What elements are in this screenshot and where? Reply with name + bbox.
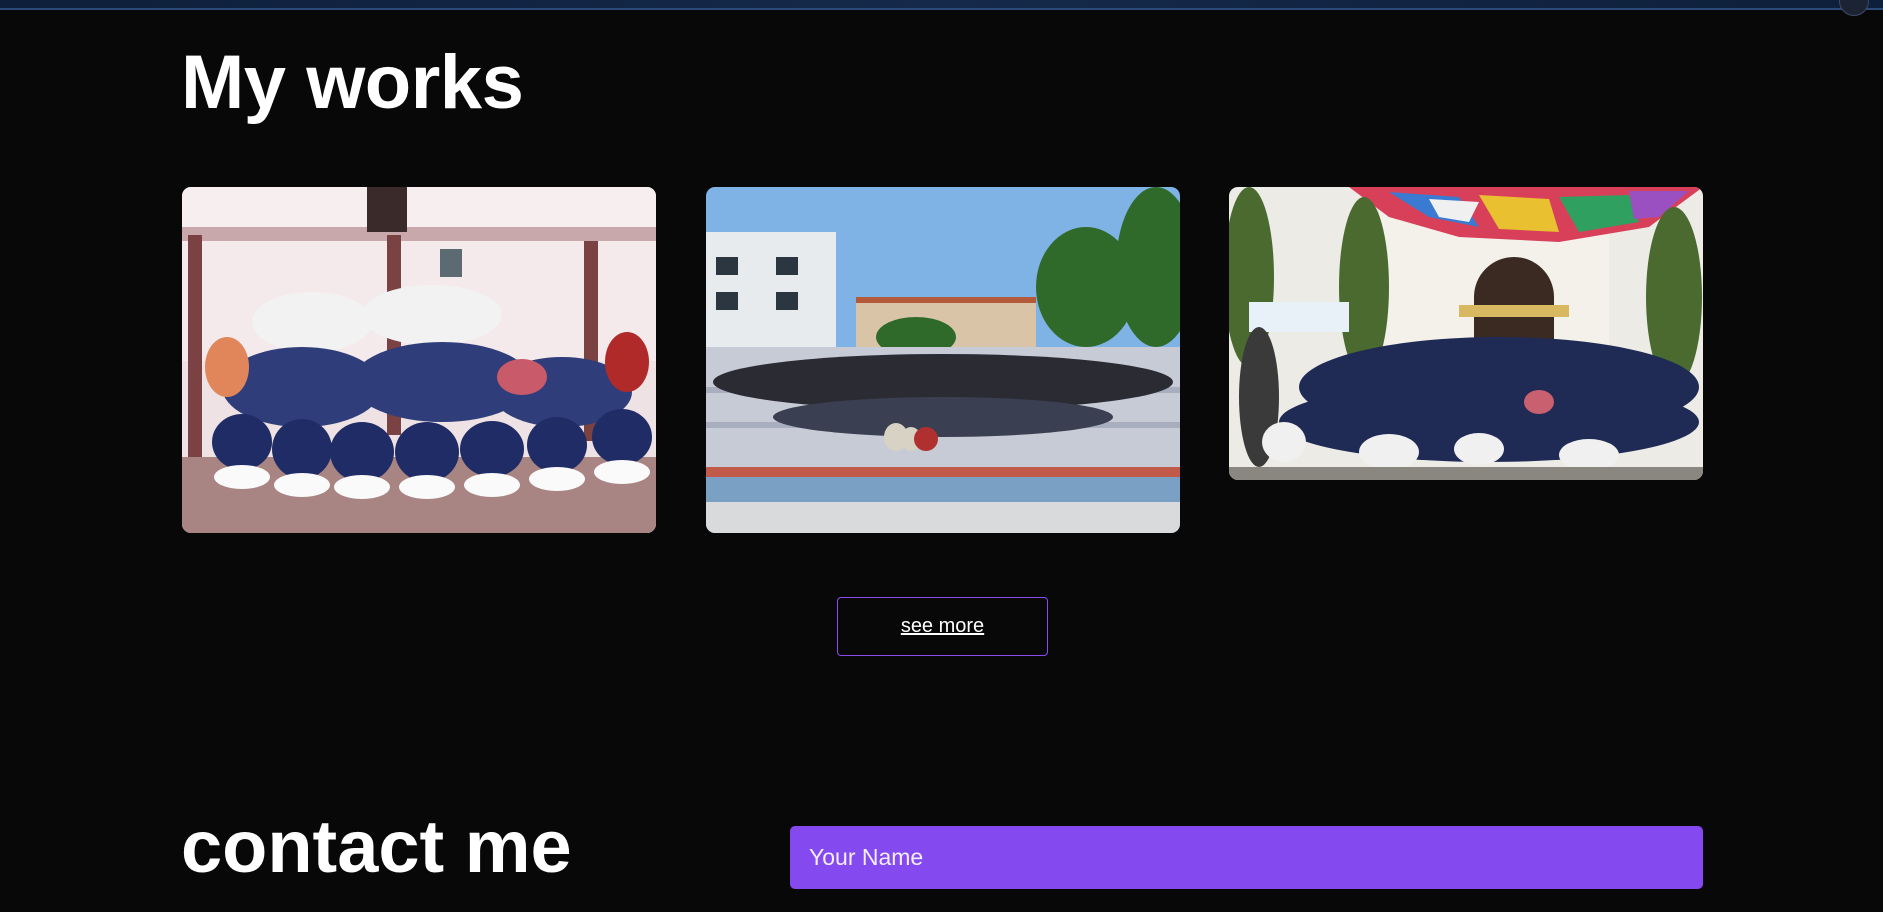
- work-photo-3[interactable]: [1229, 187, 1703, 480]
- work-photo-1[interactable]: [182, 187, 656, 533]
- works-section-title: My works: [181, 40, 524, 125]
- browser-top-bar: [0, 0, 1883, 16]
- name-input[interactable]: [790, 826, 1703, 889]
- profile-avatar-icon[interactable]: [1839, 0, 1869, 16]
- group-photo-image: [706, 187, 1180, 533]
- group-photo-image: [182, 187, 656, 533]
- work-photo-2[interactable]: [706, 187, 1180, 533]
- see-more-button[interactable]: see more: [837, 597, 1048, 656]
- contact-section-title: contact me: [181, 805, 572, 888]
- group-photo-image: [1229, 187, 1703, 480]
